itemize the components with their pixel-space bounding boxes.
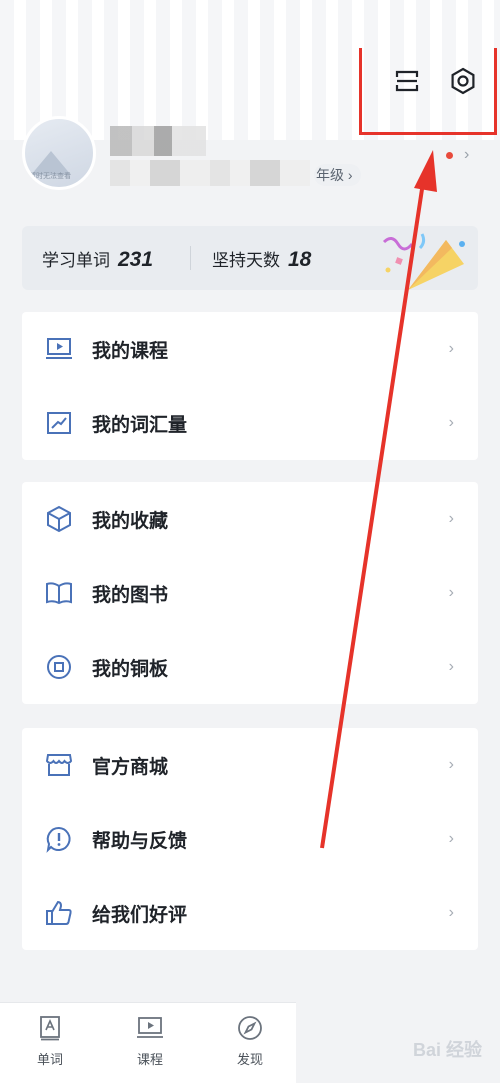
stat-days-value: 18 (288, 248, 312, 271)
grade-label: 年级 (316, 167, 344, 183)
menu-group-assets: 我的收藏 › 我的图书 › 我的铜板 › (22, 482, 478, 704)
cube-icon (44, 504, 74, 534)
party-popper-icon (382, 233, 465, 290)
user-info-blurred (110, 160, 310, 186)
grade-chevron-icon: › (347, 167, 353, 183)
chevron-right-icon: › (448, 510, 454, 527)
menu-group-support: 官方商城 › 帮助与反馈 › 给我们好评 › (22, 728, 478, 950)
trend-chart-icon (44, 408, 74, 438)
stat-days[interactable]: 坚持天数 18 (212, 246, 311, 272)
tab-label: 发现 (236, 1052, 263, 1067)
profile-chevron-icon[interactable]: › (464, 146, 469, 164)
chevron-right-icon: › (448, 830, 454, 847)
stat-days-label: 坚持天数 (212, 251, 280, 270)
tab-label: 单词 (36, 1052, 63, 1067)
menu-item-label: 官方商城 (92, 756, 169, 778)
menu-item-my-coins[interactable]: 我的铜板 › (22, 630, 478, 704)
menu-item-my-courses[interactable]: 我的课程 › (22, 312, 478, 386)
username-blurred (110, 126, 206, 156)
menu-item-rate-us[interactable]: 给我们好评 › (22, 876, 478, 950)
menu-item-label: 我的收藏 (92, 510, 169, 532)
avatar[interactable]: 暂时无法查看 (22, 116, 96, 190)
bottom-tab-bar: 单词 课程 发现 (0, 1002, 296, 1083)
chevron-right-icon: › (448, 756, 454, 773)
shop-icon (44, 750, 74, 780)
chevron-right-icon: › (448, 340, 454, 357)
watermark: Bai 经验 (412, 1040, 482, 1060)
menu-item-my-favorites[interactable]: 我的收藏 › (22, 482, 478, 556)
menu-item-label: 我的课程 (92, 340, 169, 362)
stat-words-value: 231 (118, 248, 154, 271)
course-screen-icon (137, 1017, 163, 1038)
video-screen-icon (44, 334, 74, 364)
chevron-right-icon: › (448, 658, 454, 675)
help-bubble-icon (44, 824, 74, 854)
tab-words[interactable]: 单词 (20, 1015, 80, 1068)
menu-item-help-feedback[interactable]: 帮助与反馈 › (22, 802, 478, 876)
chevron-right-icon: › (448, 414, 454, 431)
menu-item-label: 我的图书 (92, 584, 169, 606)
compass-icon (238, 1016, 262, 1040)
menu-item-my-books[interactable]: 我的图书 › (22, 556, 478, 630)
tab-discover[interactable]: 发现 (220, 1015, 280, 1068)
chevron-right-icon: › (448, 584, 454, 601)
stat-words-label: 学习单词 (42, 251, 110, 270)
stat-words[interactable]: 学习单词 231 (42, 246, 153, 272)
coin-icon (44, 652, 74, 682)
word-book-icon (40, 1016, 60, 1041)
menu-item-label: 我的词汇量 (92, 414, 188, 436)
menu-item-my-vocabulary[interactable]: 我的词汇量 › (22, 386, 478, 460)
stats-divider (190, 246, 191, 270)
grade-badge[interactable]: 年级 › (314, 164, 361, 186)
notification-dot (446, 152, 453, 159)
menu-item-label: 给我们好评 (92, 904, 188, 926)
thumbs-up-icon (44, 898, 74, 928)
menu-item-label: 我的铜板 (92, 658, 169, 680)
menu-item-official-store[interactable]: 官方商城 › (22, 728, 478, 802)
avatar-caption: 暂时无法查看 (29, 173, 71, 180)
tab-courses[interactable]: 课程 (120, 1015, 180, 1068)
book-icon (44, 578, 74, 608)
menu-item-label: 帮助与反馈 (92, 830, 188, 852)
profile-header[interactable]: 暂时无法查看 年级 › › (22, 116, 482, 196)
stats-panel: 学习单词 231 坚持天数 18 (22, 226, 478, 290)
menu-group-learning: 我的课程 › 我的词汇量 › (22, 312, 478, 460)
tab-label: 课程 (136, 1052, 163, 1067)
chevron-right-icon: › (448, 904, 454, 921)
